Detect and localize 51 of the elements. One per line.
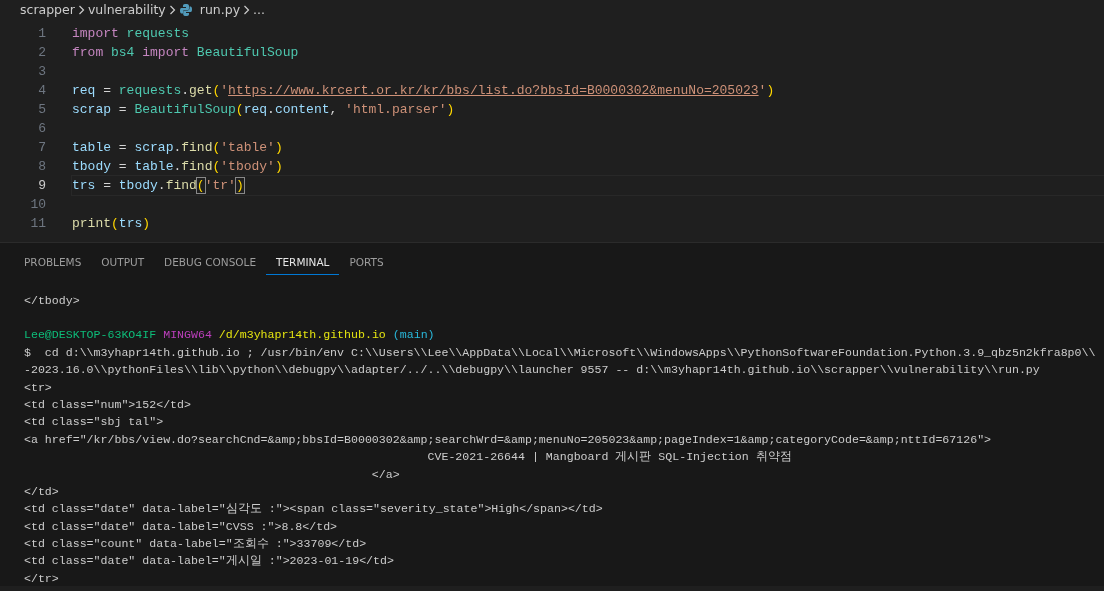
terminal-line: <td class="date" data-label="CVSS :">8.8</td> (24, 519, 338, 533)
line-number: 1 (37, 25, 46, 43)
line-number: 8 (37, 158, 46, 176)
prompt-path-label: /d/m3yhapr14th.github.io (218, 328, 386, 342)
code-line: tbody = table.find('tbody') (72, 158, 284, 176)
breadcrumb-item[interactable]: run.py (199, 0, 241, 20)
breadcrumb-item[interactable]: scrapper (20, 0, 75, 20)
breadcrumb-item[interactable]: vulnerability (87, 0, 166, 20)
panel-tab[interactable]: PORTS (339, 251, 394, 275)
panel-tab[interactable]: DEBUG CONSOLE (154, 251, 267, 275)
prompt-user-label: Lee@DESKTOP-63KO4IF (24, 328, 157, 342)
panel-tab[interactable]: TERMINAL (266, 251, 340, 275)
line-number: 7 (37, 139, 46, 157)
terminal-line: </a> (370, 467, 400, 481)
terminal-line: </tbody> (24, 294, 80, 307)
terminal-line: CVE-2021-26644 | Mangboard 게시판 SQL-Injection 취약점 (426, 450, 792, 464)
panel-tab[interactable]: PROBLEMS (14, 251, 92, 275)
terminal-line: -2023.16.0\\pythonFiles\\lib\\python\\debugpy\\adapter/../..\\debugpy\\launcher 9557 -- d:\\m3yhapr14th.github.io\\scrapper\\vulnerability\\run.py (24, 363, 1040, 377)
terminal-line: </tr> (24, 571, 59, 585)
line-number: 2 (37, 44, 46, 62)
chevron-icon (168, 5, 176, 15)
code-line: req = requests.get('https://www.krcert.or.kr/kr/bbs/list.do?bbsId=B0000302&menuNo=205023') (72, 82, 776, 100)
line-number: 4 (37, 82, 46, 100)
line-number: 6 (37, 120, 46, 138)
terminal-line: <td class="sbj tal"> (24, 415, 164, 429)
terminal-line: <td class="num">152</td> (24, 397, 191, 411)
line-number: 11 (29, 215, 46, 233)
prompt-system-label: MINGW64 (163, 328, 212, 342)
breadcrumb-more[interactable]: ... (253, 0, 265, 20)
line-number: 10 (29, 196, 46, 214)
terminal-line: <tr> (24, 380, 52, 394)
python-file-icon (178, 3, 193, 17)
terminal-line: <td class="date" data-label="게시일 :">2023-01-19</td> (24, 554, 394, 568)
terminal-line: </td> (24, 484, 59, 498)
code-line: import requests (72, 25, 191, 43)
code-line: from bs4 import BeautifulSoup (72, 44, 300, 62)
panel-tab[interactable]: OUTPUT (91, 251, 155, 275)
terminal-line: $ cd d:\\m3yhapr14th.github.io ; /usr/bin/env C:\\Users\\Lee\\AppData\\Local\\Microsoft\\WindowsApps\\PythonSoftwareFoundation.Python.3.9_qbz5n2kfra8p0\\ (24, 345, 1096, 359)
terminal-line: <td class="count" data-label="조회수 :">33709</td> (24, 537, 367, 551)
code-line: table = scrap.find('table') (72, 139, 284, 157)
terminal-line: <a href="/kr/bbs/view.do?searchCnd=&amp;bbsId=B0000302&amp;searchWrd=&amp;menuNo=205023&amp;pageIndex=1&amp;categoryCode=&amp;nttId=67126"> (24, 432, 992, 446)
line-number: 5 (37, 101, 46, 119)
chevron-icon (77, 5, 85, 15)
prompt-branch-label: (main) (392, 328, 435, 342)
terminal-line: <td class="date" data-label="심각도 :"><span class="severity_state">High</span></td> (24, 502, 603, 516)
line-number: 3 (37, 63, 46, 81)
line-number: 9 (37, 177, 46, 195)
code-line: print(trs) (72, 215, 152, 233)
code-line: scrap = BeautifulSoup(req.content, 'html.parser') (72, 101, 456, 119)
chevron-icon (243, 5, 251, 15)
code-line: trs = tbody.find('tr') (72, 176, 1104, 195)
